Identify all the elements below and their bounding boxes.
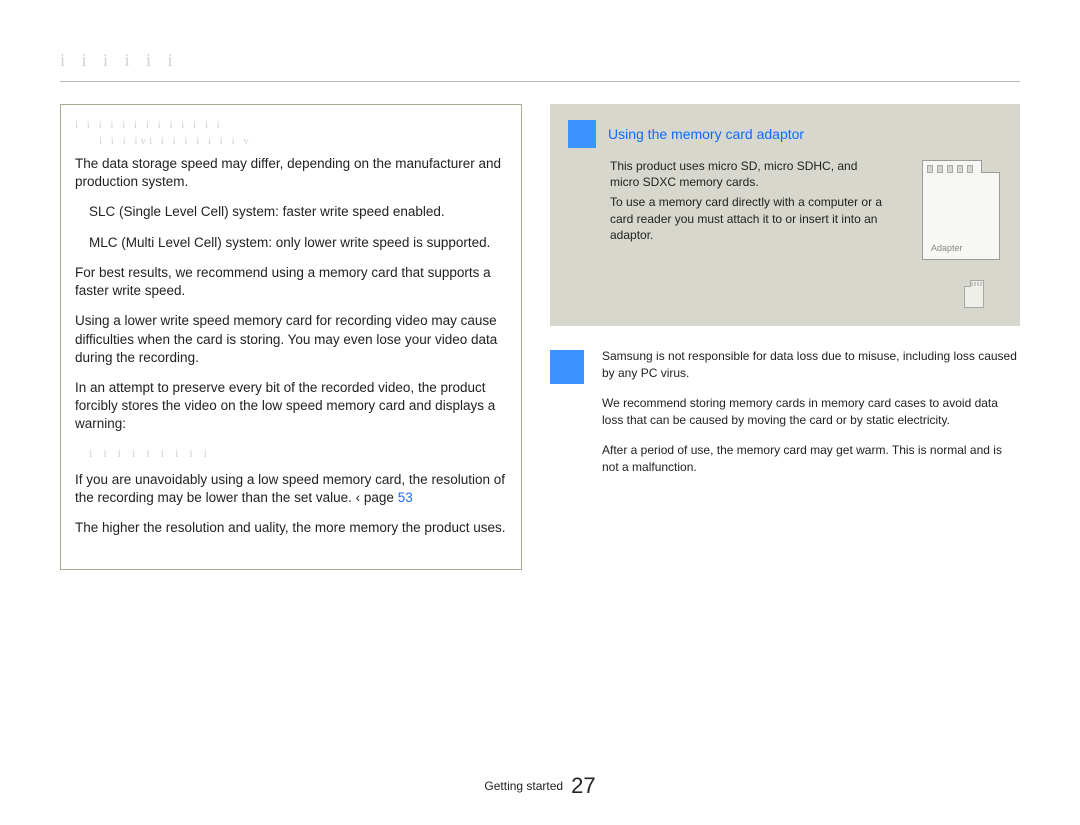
- bullet-slc: SLC (Single Level Cell) system: faster w…: [75, 203, 507, 221]
- note-2: We recommend storing memory cards in mem…: [602, 395, 1020, 430]
- micro-sd-icon: [964, 280, 984, 308]
- notes-block: Samsung is not responsible for data loss…: [550, 348, 1020, 488]
- adapter-label: Adapter: [931, 243, 963, 253]
- tip-title: Using the memory card adaptor: [608, 126, 804, 142]
- note-3: After a period of use, the memory card m…: [602, 442, 1020, 477]
- box-title-ghost-1: i i i i i i i i i i i i i: [75, 119, 507, 131]
- write-speed-box: i i i i i i i i i i i i i i i i ivi i i …: [60, 104, 522, 570]
- para-memory-use: The higher the resolution and uality, th…: [75, 519, 507, 537]
- note-1: Samsung is not responsible for data loss…: [602, 348, 1020, 383]
- sd-adapter-icon: Adapter: [922, 160, 1000, 260]
- para-intro: The data storage speed may differ, depen…: [75, 155, 507, 191]
- footer-page-number: 27: [571, 773, 595, 799]
- page-footer: Getting started 27: [0, 773, 1080, 799]
- page-ref-link[interactable]: 53: [398, 490, 413, 505]
- para-resolution: If you are unavoidably using a low speed…: [75, 471, 507, 507]
- box-title-ghost-2: i i i ivi i i i i i i i v: [99, 135, 507, 147]
- para-warning-intro: In an attempt to preserve every bit of t…: [75, 379, 507, 434]
- adapter-illustration: Adapter: [904, 158, 1002, 308]
- header-rule: [60, 81, 1020, 82]
- tip-icon: [568, 120, 596, 148]
- warning-ghost: i i i i i i i i i: [89, 446, 507, 461]
- para-recommend: For best results, we recommend using a m…: [75, 264, 507, 300]
- para-difficulties: Using a lower write speed memory card fo…: [75, 312, 507, 367]
- bullet-mlc: MLC (Multi Level Cell) system: only lowe…: [75, 234, 507, 252]
- adaptor-tip-box: Using the memory card adaptor This produ…: [550, 104, 1020, 326]
- para-resolution-text: If you are unavoidably using a low speed…: [75, 472, 505, 505]
- note-icon: [550, 350, 584, 384]
- tip-line-1: This product uses micro SD, micro SDHC, …: [610, 158, 890, 190]
- breadcrumb-ghost: i i i i i i: [60, 50, 1020, 79]
- footer-section: Getting started: [484, 779, 563, 793]
- tip-line-2: To use a memory card directly with a com…: [610, 194, 890, 243]
